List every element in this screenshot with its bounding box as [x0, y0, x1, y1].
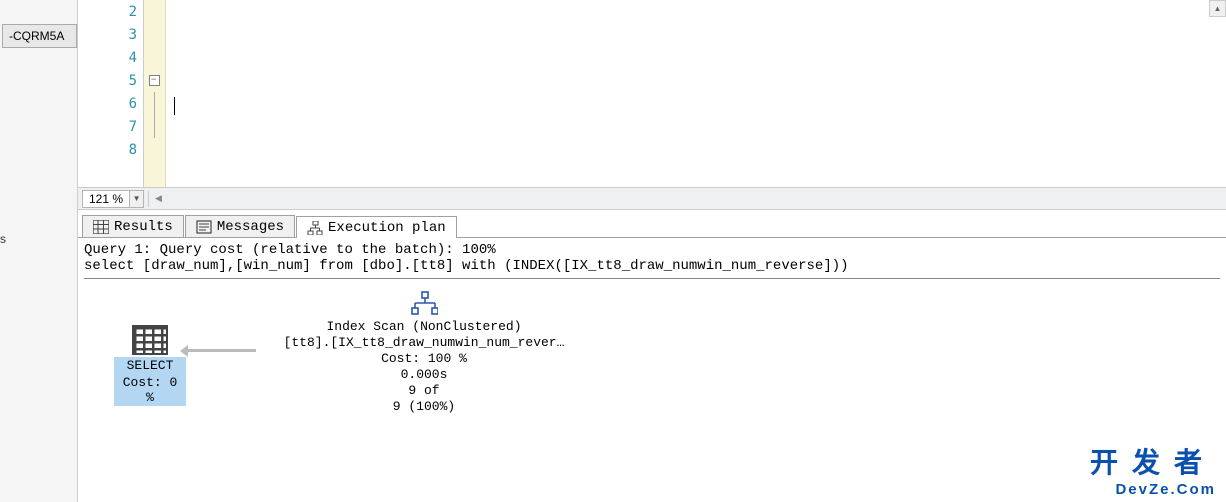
- separator: [148, 191, 149, 207]
- plan-node-index-scan[interactable]: Index Scan (NonClustered) [tt8].[IX_tt8_…: [234, 291, 614, 415]
- plan-node-label: SELECT: [114, 357, 186, 374]
- line-number: 8: [78, 138, 143, 161]
- line-number: 5: [78, 69, 143, 92]
- zoom-bar: 121 % ▼ ◀: [78, 188, 1226, 210]
- tab-messages[interactable]: Messages: [185, 215, 295, 237]
- fold-toggle-icon[interactable]: [149, 75, 160, 86]
- tab-execution-plan[interactable]: Execution plan: [296, 216, 457, 238]
- fold-gutter: [144, 0, 166, 187]
- messages-icon: [196, 220, 212, 234]
- zoom-dropdown-icon[interactable]: ▼: [130, 190, 144, 208]
- scan-rows-pct: 9 (100%): [234, 399, 614, 415]
- scroll-up-button[interactable]: ▲: [1209, 0, 1226, 17]
- zoom-value[interactable]: 121 %: [82, 190, 130, 208]
- scan-cost: Cost: 100 %: [234, 351, 614, 367]
- plan-diagram[interactable]: SELECT Cost: 0 % Index Scan (NonClustere…: [84, 289, 1220, 449]
- line-number: 4: [78, 46, 143, 69]
- plan-header-query: select [draw_num],[win_num] from [dbo].[…: [84, 258, 1220, 276]
- tab-results[interactable]: Results: [82, 215, 184, 237]
- scan-time: 0.000s: [234, 367, 614, 383]
- watermark-en: DevZe.Com: [1090, 481, 1216, 498]
- text-cursor: [174, 97, 175, 115]
- collapse-left-icon[interactable]: ◀: [153, 193, 164, 204]
- watermark-cn: 开发者: [1090, 441, 1216, 481]
- line-number: 3: [78, 23, 143, 46]
- watermark: 开发者 DevZe.Com: [1090, 441, 1216, 498]
- grid-icon: [93, 220, 109, 234]
- plan-header-cost: Query 1: Query cost (relative to the bat…: [84, 242, 1220, 258]
- fold-guide: [154, 92, 155, 115]
- line-number: 7: [78, 115, 143, 138]
- sql-editor[interactable]: ▲ 2 3 4 5 6 7 8 select [draw_num],[win_n…: [78, 0, 1226, 188]
- scan-title: Index Scan (NonClustered): [234, 319, 614, 335]
- fold-guide: [154, 115, 155, 138]
- panel-letter: s: [0, 232, 6, 246]
- object-explorer-panel: -CQRM5A s: [0, 0, 78, 502]
- plan-divider: [84, 278, 1220, 279]
- plan-node-select[interactable]: SELECT Cost: 0 %: [114, 325, 186, 406]
- execution-plan-pane: Query 1: Query cost (relative to the bat…: [78, 238, 1226, 449]
- line-number: 2: [78, 0, 143, 23]
- line-number: 6: [78, 92, 143, 115]
- tree-item[interactable]: -CQRM5A: [2, 24, 77, 48]
- tab-label: Messages: [217, 219, 284, 235]
- tab-label: Execution plan: [328, 220, 446, 236]
- plan-node-cost: Cost: 0 %: [114, 374, 186, 406]
- execution-plan-icon: [307, 221, 323, 235]
- index-scan-icon: [410, 291, 438, 317]
- scan-rows: 9 of: [234, 383, 614, 399]
- main-area: ▲ 2 3 4 5 6 7 8 select [draw_num],[win_n…: [78, 0, 1226, 502]
- scan-object: [tt8].[IX_tt8_draw_numwin_num_rever…: [234, 335, 614, 351]
- results-tab-strip: Results Messages Execution plan: [78, 210, 1226, 238]
- line-number-gutter: 2 3 4 5 6 7 8: [78, 0, 144, 187]
- select-table-icon: [132, 325, 168, 355]
- code-area[interactable]: select [draw_num],[win_num] from [dbo].[…: [166, 0, 1226, 187]
- tab-label: Results: [114, 219, 173, 235]
